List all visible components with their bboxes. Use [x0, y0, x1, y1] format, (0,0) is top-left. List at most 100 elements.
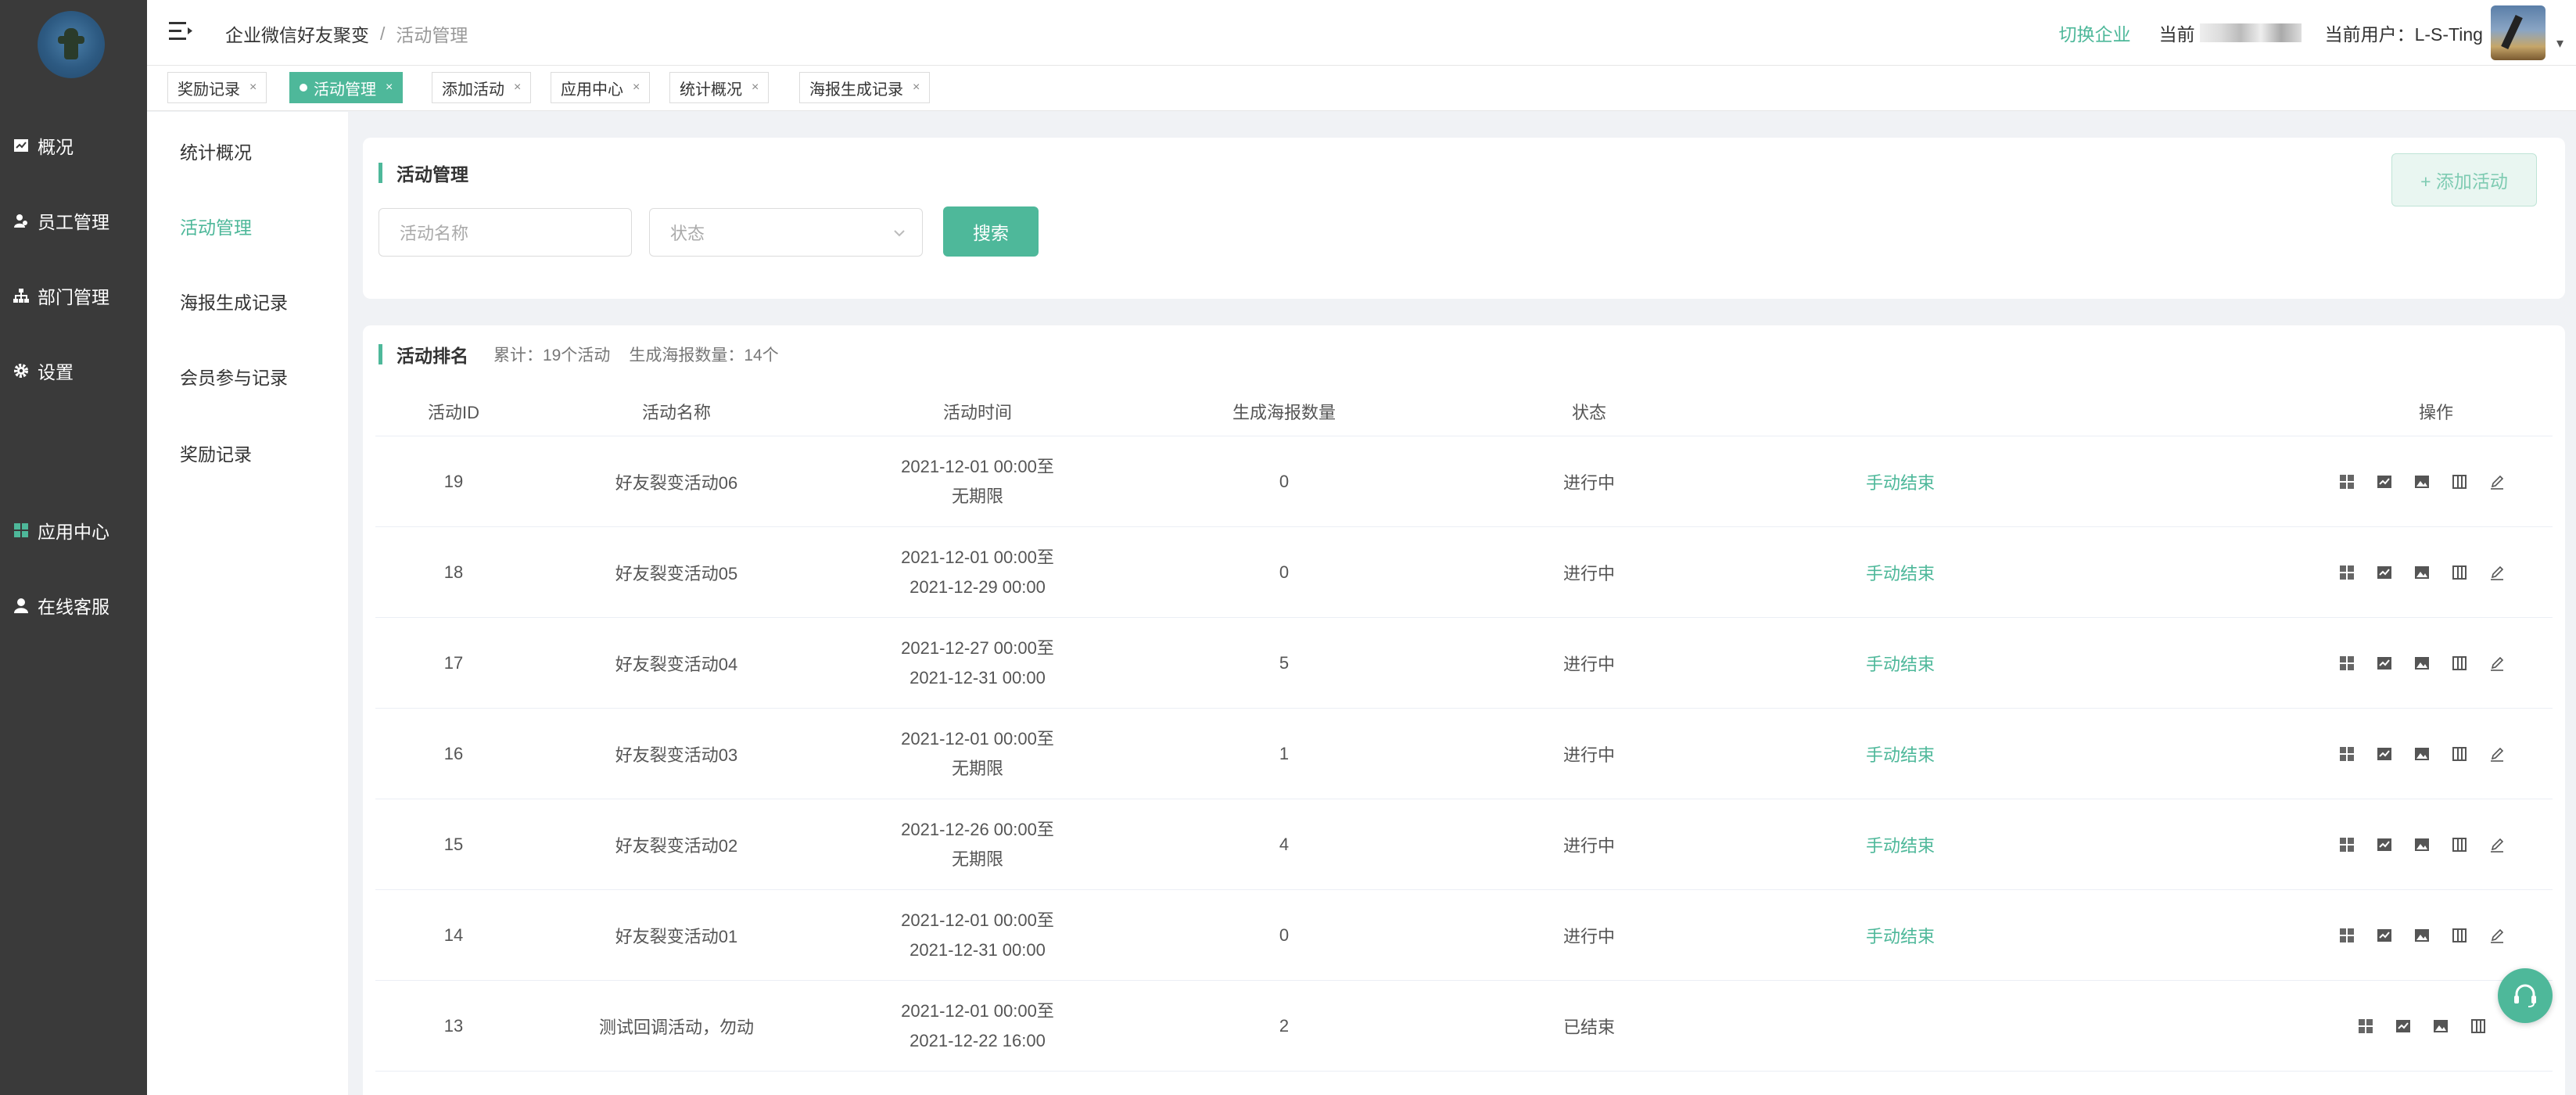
tab-label: 海报生成记录: [809, 81, 903, 99]
tab-activity-management[interactable]: 活动管理 ×: [289, 72, 404, 103]
end-manually-link[interactable]: 手动结束: [1744, 799, 2057, 890]
table-row: 16 好友裂变活动03 2021-12-01 00:00至 无期限 1 进行中 手动结束: [375, 709, 2553, 799]
sidebar-item-staff[interactable]: 员工管理: [0, 202, 147, 239]
submenu-item-reward-records[interactable]: 奖励记录: [147, 431, 348, 475]
edit-icon[interactable]: [2488, 745, 2506, 763]
avatar[interactable]: [2490, 5, 2546, 60]
status-select-placeholder: 状态: [670, 224, 705, 243]
close-icon[interactable]: ×: [386, 81, 393, 95]
table-row: 15 好友裂变活动02 2021-12-26 00:00至 无期限 4 进行中 手动结束: [375, 799, 2553, 890]
columns-icon[interactable]: [2451, 564, 2468, 581]
columns-icon[interactable]: [2451, 655, 2468, 672]
add-activity-button[interactable]: + 添加活动: [2391, 153, 2537, 206]
columns-icon[interactable]: [2451, 836, 2468, 853]
chevron-down-icon[interactable]: ▾: [2556, 15, 2563, 52]
submenu-item-member-records[interactable]: 会员参与记录: [147, 354, 348, 398]
chart-icon[interactable]: [2395, 1018, 2412, 1035]
close-icon[interactable]: ×: [249, 81, 257, 95]
qrcode-icon[interactable]: [2357, 1018, 2374, 1035]
end-manually-link[interactable]: 手动结束: [1744, 436, 2057, 527]
tab-label: 添加活动: [442, 81, 504, 99]
image-icon[interactable]: [2413, 836, 2431, 853]
cell-activity-id: 15: [443, 835, 464, 854]
image-icon[interactable]: [2413, 473, 2431, 490]
sidebar-item-overview[interactable]: 概况: [0, 127, 147, 164]
tab-add-activity[interactable]: 添加活动 ×: [432, 72, 532, 103]
submenu-item-poster-records[interactable]: 海报生成记录: [147, 279, 348, 323]
qrcode-icon[interactable]: [2338, 655, 2355, 672]
switch-enterprise-link[interactable]: 切换企业: [2059, 20, 2131, 46]
sidebar-item-settings[interactable]: 设置: [0, 352, 147, 390]
chart-icon[interactable]: [2376, 927, 2393, 944]
customer-service-button[interactable]: [2498, 968, 2553, 1023]
person-icon: [13, 597, 30, 614]
org-icon: [13, 287, 30, 304]
tab-statistics[interactable]: 统计概况 ×: [669, 72, 770, 103]
search-button[interactable]: 搜索: [943, 206, 1039, 257]
qrcode-icon[interactable]: [2338, 473, 2355, 490]
submenu-item-activity-management[interactable]: 活动管理: [147, 204, 348, 248]
image-icon[interactable]: [2413, 564, 2431, 581]
sidebar-item-department[interactable]: 部门管理: [0, 277, 147, 314]
cell-poster-count: 4: [1279, 835, 1290, 854]
submenu-item-statistics[interactable]: 统计概况: [147, 129, 348, 173]
columns-icon[interactable]: [2451, 473, 2468, 490]
cell-poster-count: 1: [1279, 744, 1290, 763]
tab-poster-records[interactable]: 海报生成记录 ×: [799, 72, 931, 103]
chart-icon[interactable]: [2376, 473, 2393, 490]
image-icon[interactable]: [2432, 1018, 2449, 1035]
close-icon[interactable]: ×: [752, 81, 759, 95]
cell-poster-count: 0: [1279, 472, 1290, 491]
edit-icon[interactable]: [2488, 564, 2506, 581]
status-select[interactable]: 状态: [649, 208, 923, 257]
column-header: 状态: [1571, 403, 1606, 422]
chart-icon[interactable]: [2376, 836, 2393, 853]
end-manually-link[interactable]: 手动结束: [1744, 890, 2057, 981]
close-icon[interactable]: ×: [913, 81, 920, 95]
sidebar-item-online-service[interactable]: 在线客服: [0, 587, 147, 624]
chart-icon[interactable]: [2376, 564, 2393, 581]
edit-icon[interactable]: [2488, 927, 2506, 944]
chart-icon[interactable]: [2376, 655, 2393, 672]
time-start: 2021-12-27 00:00至: [901, 638, 1054, 658]
active-dot-icon: [300, 84, 307, 92]
image-icon[interactable]: [2413, 745, 2431, 763]
column-header: 操作: [2418, 403, 2453, 422]
row-actions: [2338, 436, 2506, 527]
sidebar-item-label: 部门管理: [38, 287, 109, 307]
columns-icon[interactable]: [2451, 927, 2468, 944]
edit-icon[interactable]: [2488, 836, 2506, 853]
qrcode-icon[interactable]: [2338, 745, 2355, 763]
cell-activity-id: 17: [443, 653, 464, 673]
image-icon[interactable]: [2413, 927, 2431, 944]
end-manually-link[interactable]: 手动结束: [1744, 618, 2057, 709]
end-manually-link[interactable]: 手动结束: [1744, 527, 2057, 618]
edit-icon[interactable]: [2488, 473, 2506, 490]
columns-icon[interactable]: [2470, 1018, 2487, 1035]
image-icon[interactable]: [2413, 655, 2431, 672]
time-start: 2021-12-01 00:00至: [901, 1001, 1054, 1021]
cell-activity-name: 好友裂变活动05: [615, 564, 738, 583]
edit-icon[interactable]: [2488, 655, 2506, 672]
chart-icon[interactable]: [2376, 745, 2393, 763]
activity-name-input[interactable]: 活动名称: [379, 208, 632, 257]
sidebar-item-app-center[interactable]: 应用中心: [0, 512, 147, 549]
close-icon[interactable]: ×: [514, 81, 521, 95]
end-manually-link[interactable]: 手动结束: [1744, 709, 2057, 799]
close-icon[interactable]: ×: [633, 81, 640, 95]
tab-app-center[interactable]: 应用中心 ×: [551, 72, 651, 103]
cell-status: 进行中: [1562, 836, 1615, 856]
qrcode-icon[interactable]: [2338, 836, 2355, 853]
qrcode-icon[interactable]: [2338, 564, 2355, 581]
section-title: 活动排名 累计：19个活动 生成海报数量：14个: [379, 341, 779, 368]
cell-activity-time: 2021-12-27 00:00至 2021-12-31 00:00: [821, 618, 1134, 709]
cell-activity-time: 2021-12-26 00:00至 无期限: [821, 799, 1134, 890]
qrcode-icon[interactable]: [2338, 927, 2355, 944]
cell-status: 已结束: [1562, 1018, 1615, 1037]
tab-reward-records[interactable]: 奖励记录 ×: [167, 72, 267, 103]
breadcrumb-root[interactable]: 企业微信好友聚变: [225, 20, 369, 47]
columns-icon[interactable]: [2451, 745, 2468, 763]
cell-activity-time: 2021-12-01 00:00至 无期限: [821, 709, 1134, 799]
section-title: 活动管理: [379, 160, 468, 186]
menu-toggle-icon[interactable]: [169, 20, 192, 42]
